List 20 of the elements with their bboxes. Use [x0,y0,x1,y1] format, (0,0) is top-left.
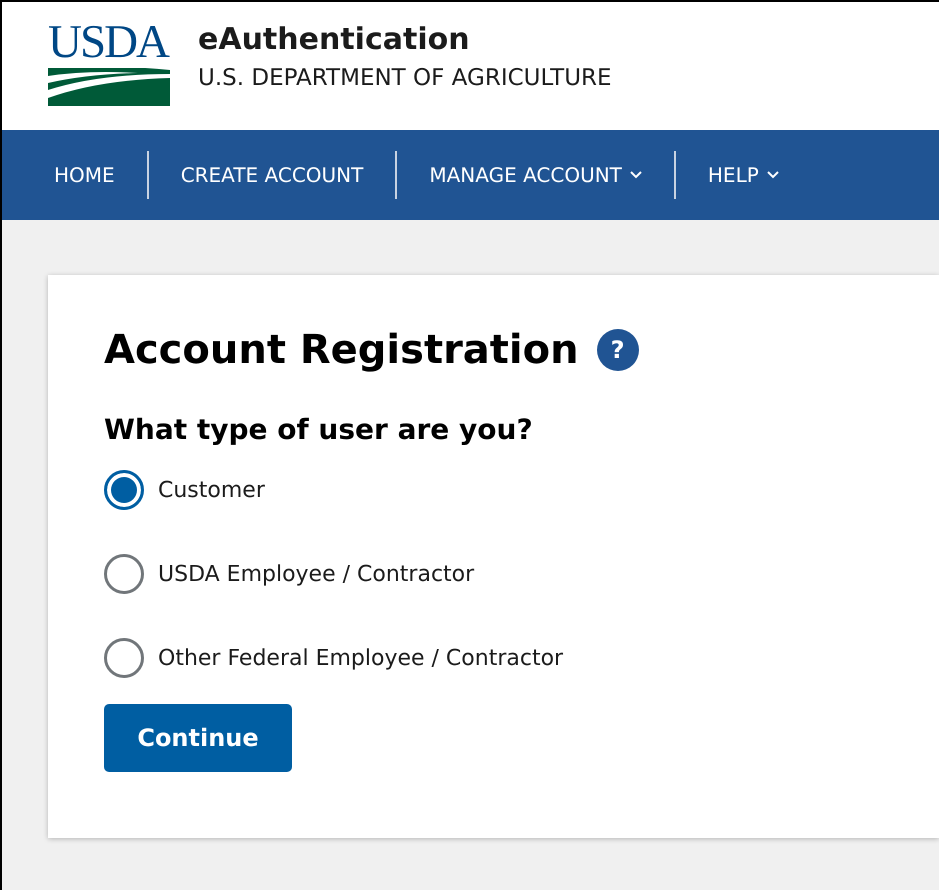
nav-link[interactable]: HELP [708,163,779,187]
nav-link[interactable]: CREATE ACCOUNT [180,163,364,187]
radio-label: Customer [158,478,265,502]
radio-label: USDA Employee / Contractor [158,562,474,586]
nav-link[interactable]: HOME [54,163,115,187]
radio-label: Other Federal Employee / Contractor [158,646,564,670]
help-icon[interactable]: ? [596,329,639,371]
radio-button[interactable] [104,638,144,678]
site-title: eAuthentication [198,22,471,57]
radio-button[interactable] [104,554,144,594]
question-label: What type of user are you? [104,413,534,446]
continue-button[interactable]: Continue [104,704,292,772]
chevron-down-icon [766,171,779,179]
fields-icon [48,68,170,106]
page-title: Account Registration [104,327,579,373]
logo-text: USDA [48,20,170,64]
nav-link[interactable]: MANAGE ACCOUNT [429,163,642,187]
radio-button[interactable] [104,470,144,510]
agency-name: U.S. DEPARTMENT OF AGRICULTURE [198,65,612,91]
chevron-down-icon [630,171,642,179]
